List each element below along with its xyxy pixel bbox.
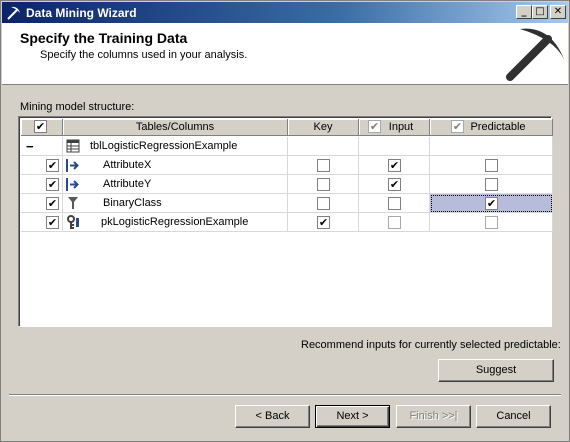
- collapse-toggle[interactable]: −: [26, 139, 34, 154]
- minimize-button[interactable]: _: [516, 5, 532, 19]
- include-cell: ✔: [21, 213, 63, 232]
- table-icon: [66, 139, 80, 153]
- pickaxe-icon: [506, 28, 564, 81]
- include-checkbox[interactable]: ✔: [46, 197, 59, 210]
- close-button[interactable]: ✕: [550, 5, 566, 19]
- predictable-checkbox[interactable]: ✔: [485, 197, 498, 210]
- predictable-checkbox[interactable]: [485, 178, 498, 191]
- page-title: Specify the Training Data: [20, 30, 188, 46]
- input-checkbox[interactable]: [388, 197, 401, 210]
- table-name: tblLogisticRegressionExample: [90, 140, 238, 152]
- table-input-cell: [359, 137, 430, 156]
- column-name-cell[interactable]: AttributeY: [63, 175, 288, 194]
- column-row[interactable]: ✔ pkLogisticRegressionExample ✔: [21, 213, 553, 232]
- column-row[interactable]: ✔ BinaryClass ✔: [21, 194, 553, 213]
- pickaxe-app-icon: [7, 6, 20, 20]
- header-select-all[interactable]: ✔: [21, 119, 63, 136]
- table-expander-cell[interactable]: −: [21, 137, 63, 156]
- header-input-label: Input: [388, 121, 414, 133]
- column-name: BinaryClass: [103, 197, 162, 209]
- table-predictable-cell: [430, 137, 553, 156]
- input-column-icon: [66, 178, 79, 191]
- suggest-button[interactable]: Suggest: [438, 359, 554, 382]
- predictable-cell: [430, 156, 553, 175]
- include-cell: ✔: [21, 175, 63, 194]
- column-name-cell[interactable]: AttributeX: [63, 156, 288, 175]
- maximize-button[interactable]: □: [532, 5, 548, 19]
- recommend-label: Recommend inputs for currently selected …: [301, 339, 561, 351]
- column-row[interactable]: ✔ AttributeY ✔: [21, 175, 553, 194]
- include-checkbox[interactable]: ✔: [46, 159, 59, 172]
- key-column-icon: [67, 215, 79, 229]
- input-cell: [359, 213, 430, 232]
- key-cell: ✔: [288, 213, 359, 232]
- table-row: − tblLogisticRegressionExample: [21, 137, 553, 156]
- input-checkbox[interactable]: ✔: [388, 178, 401, 191]
- input-column-icon: [66, 159, 79, 172]
- finish-button[interactable]: Finish >>|: [396, 405, 471, 428]
- header-key[interactable]: Key: [288, 119, 359, 136]
- header-predictable-label: Predictable: [470, 121, 526, 133]
- select-all-checkbox[interactable]: ✔: [34, 120, 47, 133]
- input-cell: ✔: [359, 156, 430, 175]
- input-all-checkbox[interactable]: ✔: [368, 120, 381, 133]
- header-tables-columns[interactable]: Tables/Columns: [63, 119, 288, 136]
- key-cell: [288, 175, 359, 194]
- include-cell: ✔: [21, 156, 63, 175]
- table-key-cell: [288, 137, 359, 156]
- key-cell: [288, 156, 359, 175]
- column-name: AttributeY: [103, 178, 152, 190]
- predictable-all-checkbox[interactable]: ✔: [451, 120, 464, 133]
- data-mining-wizard-window: Data Mining Wizard _ □ ✕ Specify the Tra…: [0, 0, 570, 442]
- include-cell: ✔: [21, 194, 63, 213]
- key-checkbox[interactable]: [317, 197, 330, 210]
- predictable-cell: [430, 213, 553, 232]
- include-checkbox[interactable]: ✔: [46, 178, 59, 191]
- footer-separator: [9, 394, 561, 396]
- title-bar[interactable]: Data Mining Wizard _ □ ✕: [2, 2, 568, 23]
- predictable-checkbox[interactable]: [485, 159, 498, 172]
- predictable-checkbox[interactable]: [485, 216, 498, 229]
- page-subtitle: Specify the columns used in your analysi…: [40, 49, 248, 61]
- column-name-cell[interactable]: pkLogisticRegressionExample: [63, 213, 288, 232]
- column-row[interactable]: ✔ AttributeX ✔: [21, 156, 553, 175]
- next-button[interactable]: Next >: [315, 405, 390, 428]
- key-checkbox[interactable]: [317, 178, 330, 191]
- key-checkbox[interactable]: [317, 159, 330, 172]
- mining-structure-label: Mining model structure:: [20, 101, 135, 113]
- header-predictable[interactable]: ✔ Predictable: [430, 119, 553, 136]
- key-cell: [288, 194, 359, 213]
- input-cell: ✔: [359, 175, 430, 194]
- mining-structure-grid: ✔ Tables/Columns Key ✔ Input ✔ Predictab…: [18, 116, 553, 327]
- back-button[interactable]: < Back: [235, 405, 310, 428]
- key-checkbox[interactable]: ✔: [317, 216, 330, 229]
- column-name: pkLogisticRegressionExample: [101, 216, 249, 228]
- column-name-cell[interactable]: BinaryClass: [63, 194, 288, 213]
- column-name: AttributeX: [103, 159, 152, 171]
- include-checkbox[interactable]: ✔: [46, 216, 59, 229]
- predictable-column-icon: [68, 197, 78, 209]
- cancel-button[interactable]: Cancel: [476, 405, 551, 428]
- wizard-header: Specify the Training Data Specify the co…: [2, 23, 568, 85]
- predictable-cell: [430, 175, 553, 194]
- input-checkbox[interactable]: ✔: [388, 159, 401, 172]
- input-checkbox[interactable]: [388, 216, 401, 229]
- table-name-cell[interactable]: tblLogisticRegressionExample: [63, 137, 288, 156]
- window-title: Data Mining Wizard: [26, 6, 137, 20]
- input-cell: [359, 194, 430, 213]
- header-input[interactable]: ✔ Input: [359, 119, 430, 136]
- predictable-cell-selected: ✔: [430, 194, 553, 213]
